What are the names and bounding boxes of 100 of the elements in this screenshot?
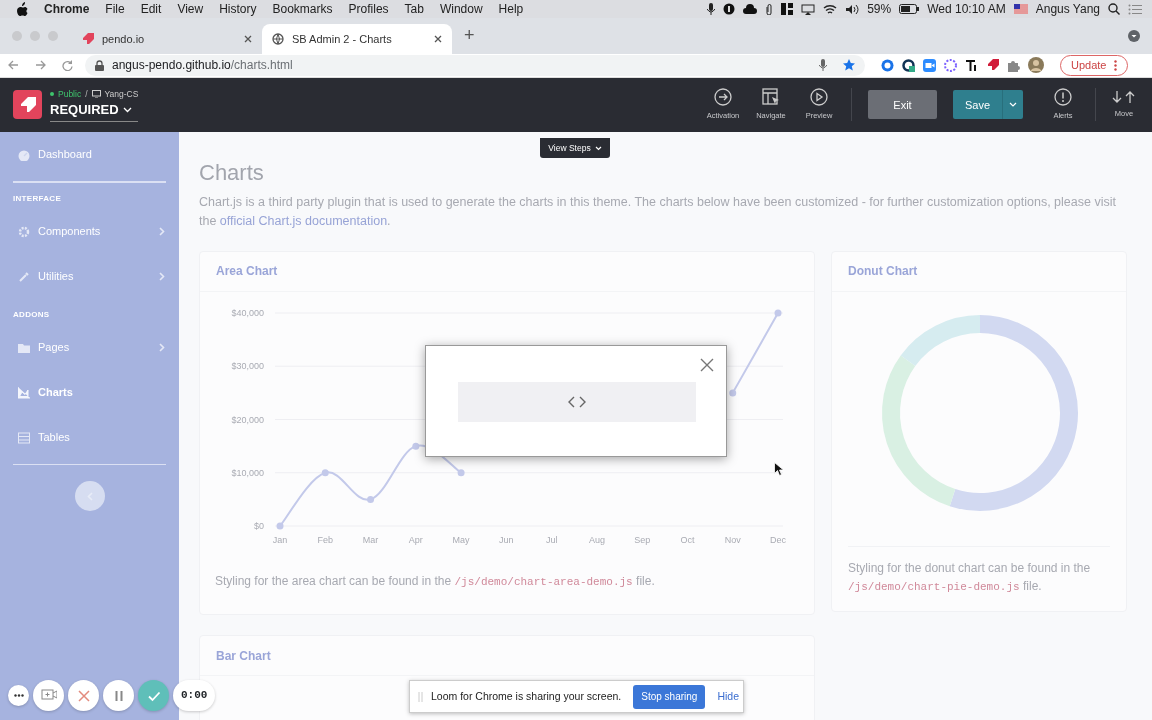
card-caption: Styling for the donut chart can be found in the /js/demo/chart-pie-demo.js file. [848, 559, 1092, 595]
axis-tick-label: Dec [770, 534, 786, 545]
gauge-icon [18, 148, 30, 161]
more-icon [13, 694, 24, 697]
chevron-icon [159, 227, 165, 237]
status-dot-icon [50, 92, 54, 97]
address-field[interactable]: angus-pendo.github.io/charts.html [85, 54, 865, 76]
sidebar-heading: ADDONS [12, 309, 51, 322]
axis-tick-label: Jan [272, 534, 288, 545]
grid-icon[interactable] [781, 3, 794, 15]
intro-paragraph: Chart.js is a third party plugin that is used to generate the charts in this theme. The charts below have been customized - for further customization options, please visit the official Chart.js documentation. [199, 193, 1117, 230]
axis-tick-label: Jul [545, 534, 558, 545]
axis-tick-label: $30,000 [231, 360, 264, 371]
navigate-icon [762, 88, 780, 107]
list-icon[interactable] [1128, 3, 1142, 15]
card-title: Area Chart [200, 251, 814, 292]
axis-tick-label: Sep [634, 534, 651, 545]
browser-tab[interactable]: pendo.io [72, 23, 262, 54]
avatar-icon[interactable] [1028, 57, 1044, 74]
menu-item[interactable]: History [219, 0, 257, 18]
paperclip-icon[interactable] [765, 3, 774, 15]
save-menu-button[interactable] [1002, 90, 1023, 120]
gear-icon [18, 225, 30, 238]
table-icon [18, 431, 30, 444]
code-icon [568, 396, 586, 408]
mouse-cursor-icon [774, 462, 783, 476]
dropdown-icon[interactable] [1128, 29, 1140, 42]
move-arrows-icon [1112, 90, 1136, 105]
circle-icon[interactable] [723, 3, 736, 15]
data-point [276, 522, 284, 530]
star-icon[interactable] [843, 59, 855, 72]
alert-icon [1054, 88, 1072, 107]
more-icon [1114, 59, 1118, 71]
menu-item[interactable]: Edit [140, 0, 162, 18]
arrow-logo-icon [19, 96, 36, 113]
reload-icon[interactable] [62, 59, 73, 71]
microphone-icon[interactable] [819, 59, 827, 72]
data-point [367, 495, 375, 503]
axis-tick-label: Mar [362, 534, 379, 545]
banner-message: Loom for Chrome is sharing your screen. [431, 688, 622, 704]
close-icon[interactable] [434, 34, 442, 43]
volume-icon[interactable] [845, 3, 860, 15]
menu-item[interactable]: Window [439, 0, 483, 18]
grip-icon [418, 691, 423, 702]
url-text: angus-pendo.github.io/charts.html [112, 57, 293, 75]
clock: Wed 10:10 AM [927, 1, 1006, 18]
tab-title: SB Admin 2 - Charts [292, 31, 392, 47]
menu-item[interactable]: Profiles [348, 0, 389, 18]
update-button[interactable]: Update [1060, 54, 1129, 76]
forward-icon[interactable] [35, 60, 46, 71]
card-title: Bar Chart [200, 636, 814, 677]
exit-button[interactable]: Exit [868, 90, 937, 120]
app-name[interactable]: Chrome [44, 0, 90, 18]
segment-label[interactable]: Yang-CS [104, 87, 139, 101]
flag-icon[interactable] [1013, 4, 1028, 14]
microphone-icon[interactable] [707, 3, 716, 15]
menu-item[interactable]: File [105, 0, 125, 18]
folder-icon [18, 341, 30, 354]
cloud-icon[interactable] [743, 4, 758, 14]
browser-tab[interactable]: SB Admin 2 - Charts [262, 23, 452, 54]
menu-item[interactable]: Tab [404, 0, 424, 18]
page-title: Charts [199, 160, 265, 187]
wifi-icon[interactable] [823, 3, 838, 15]
logo-icon[interactable] [13, 90, 42, 120]
stop-sharing-button[interactable]: Stop sharing [633, 684, 706, 709]
axis-tick-label: Feb [317, 534, 334, 545]
sidebar-toggle-button[interactable] [74, 481, 105, 512]
text-icon[interactable] [965, 58, 978, 72]
puzzle-icon[interactable] [1007, 58, 1020, 72]
back-icon[interactable] [8, 60, 19, 71]
new-tab-button[interactable]: + [464, 22, 475, 50]
guide-name-dropdown[interactable]: REQUIRED [50, 100, 139, 122]
apple-icon [16, 2, 28, 16]
hide-link[interactable]: Hide [717, 688, 739, 705]
user-name[interactable]: Angus Yang [1035, 0, 1100, 18]
display-icon[interactable] [801, 3, 816, 15]
tab-title: pendo.io [102, 31, 145, 47]
data-point [321, 468, 329, 476]
monitor-icon [91, 90, 101, 99]
lock-icon [95, 59, 104, 71]
menu-item[interactable]: Help [498, 0, 524, 18]
close-icon[interactable] [244, 34, 252, 43]
close-icon[interactable] [700, 358, 714, 372]
search-icon[interactable] [1108, 3, 1120, 15]
axis-tick-label: Aug [588, 534, 605, 545]
visibility-label[interactable]: Public [58, 87, 82, 101]
menu-item[interactable]: Bookmarks [272, 0, 333, 18]
save-button[interactable]: Save [953, 90, 1002, 120]
chevron-icon [159, 343, 165, 353]
axis-tick-label: Jun [499, 534, 514, 545]
chart-icon [18, 386, 30, 399]
battery-icon [899, 4, 920, 14]
video-icon[interactable] [923, 58, 936, 72]
axis-tick-label: May [452, 534, 470, 545]
close-icon [75, 687, 92, 704]
preview-icon [810, 88, 828, 107]
axis-tick-label: Nov [724, 534, 741, 545]
menu-item[interactable]: View [177, 0, 204, 18]
view-steps-tab[interactable]: View Steps [540, 138, 610, 158]
extension-icon[interactable] [902, 58, 915, 72]
